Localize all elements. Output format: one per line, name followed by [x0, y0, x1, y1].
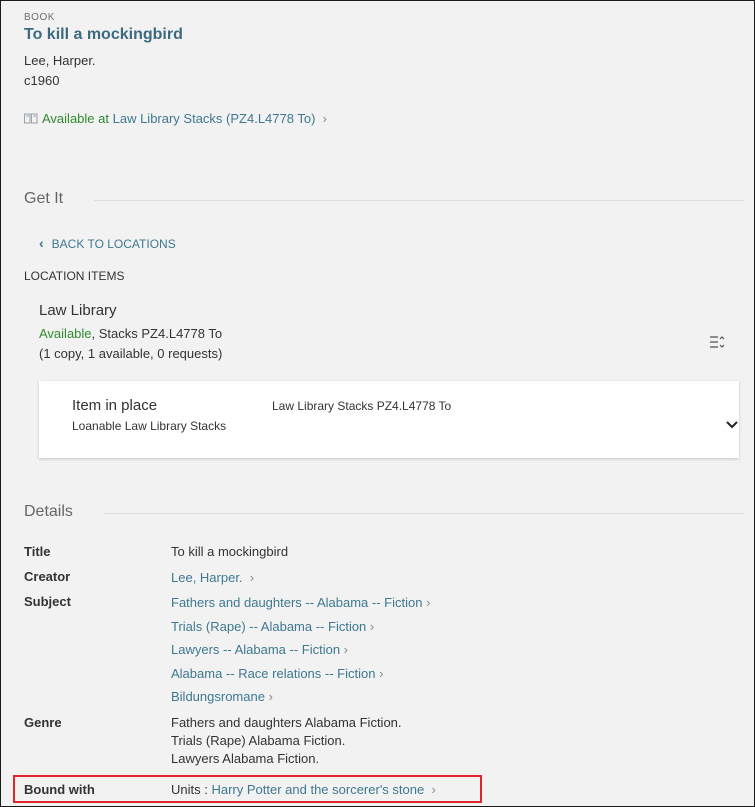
detail-label-title: Title [24, 544, 51, 559]
location-status: Available [39, 326, 92, 341]
availability-line[interactable]: Available at Law Library Stacks (PZ4.L47… [24, 111, 327, 126]
record-title[interactable]: To kill a mockingbird [24, 26, 183, 44]
location-counts: (1 copy, 1 available, 0 requests) [39, 346, 223, 361]
sort-icon[interactable] [709, 335, 725, 354]
detail-label-bound-with: Bound with [24, 782, 95, 797]
detail-value-bound-with[interactable]: Units : Harry Potter and the sorcerer's … [171, 782, 436, 797]
record-type: BOOK [24, 12, 55, 23]
section-divider [94, 200, 744, 201]
location-items-label: LOCATION ITEMS [24, 269, 125, 283]
detail-value-creator[interactable]: Lee, Harper. › [171, 569, 254, 587]
item-status: Item in place [72, 397, 158, 414]
subject-link[interactable]: Trials (Rape) -- Alabama -- Fiction › [171, 618, 374, 636]
creator-link[interactable]: Lee, Harper. [171, 570, 243, 585]
subject-link[interactable]: Lawyers -- Alabama -- Fiction › [171, 641, 348, 659]
detail-label-subject: Subject [24, 594, 71, 609]
chevron-right-icon: › [319, 111, 327, 126]
genre-value: Trials (Rape) Alabama Fiction. [171, 733, 346, 748]
section-divider [104, 513, 744, 514]
detail-label-creator: Creator [24, 569, 71, 584]
chevron-down-icon[interactable] [726, 416, 738, 434]
item-card[interactable]: Item in place Loanable Law Library Stack… [39, 381, 739, 458]
subject-link[interactable]: Fathers and daughters -- Alabama -- Fict… [171, 594, 430, 612]
back-to-locations-label: BACK TO LOCATIONS [51, 237, 176, 251]
chevron-right-icon: › [422, 595, 431, 610]
back-to-locations-button[interactable]: ‹ BACK TO LOCATIONS [39, 235, 176, 251]
item-location: Law Library Stacks PZ4.L4778 To [272, 399, 452, 413]
subject-link[interactable]: Alabama -- Race relations -- Fiction › [171, 665, 383, 683]
location-status-line: Available, Stacks PZ4.L4778 To [39, 326, 222, 341]
genre-value: Lawyers Alabama Fiction. [171, 751, 320, 766]
full-record-panel: BOOK To kill a mockingbird Lee, Harper. … [0, 0, 755, 807]
item-policy: Loanable Law Library Stacks [72, 419, 227, 433]
chevron-right-icon: › [242, 570, 255, 585]
bound-with-prefix: Units : [171, 782, 208, 797]
location-name: Law Library [39, 302, 117, 319]
availability-location-link[interactable]: Law Library Stacks (PZ4.L4778 To) [113, 111, 316, 126]
detail-value-title: To kill a mockingbird [171, 544, 289, 559]
availability-status: Available at [42, 111, 109, 126]
get-it-heading: Get It [24, 190, 64, 207]
detail-label-genre: Genre [24, 715, 62, 730]
chevron-right-icon: › [424, 782, 436, 797]
record-date: c1960 [24, 73, 60, 88]
chevron-right-icon: › [375, 666, 384, 681]
chevron-right-icon: › [340, 642, 349, 657]
chevron-right-icon: › [264, 689, 273, 704]
chevron-right-icon: › [366, 619, 375, 634]
chevron-left-icon: ‹ [39, 235, 44, 251]
genre-value: Fathers and daughters Alabama Fiction. [171, 715, 402, 730]
book-icon [24, 112, 38, 124]
bound-with-link[interactable]: Harry Potter and the sorcerer's stone [211, 782, 424, 797]
location-call-detail: , Stacks PZ4.L4778 To [91, 326, 223, 341]
details-heading: Details [24, 503, 73, 520]
subject-link[interactable]: Bildungsromane › [171, 688, 273, 706]
record-author: Lee, Harper. [24, 53, 96, 68]
